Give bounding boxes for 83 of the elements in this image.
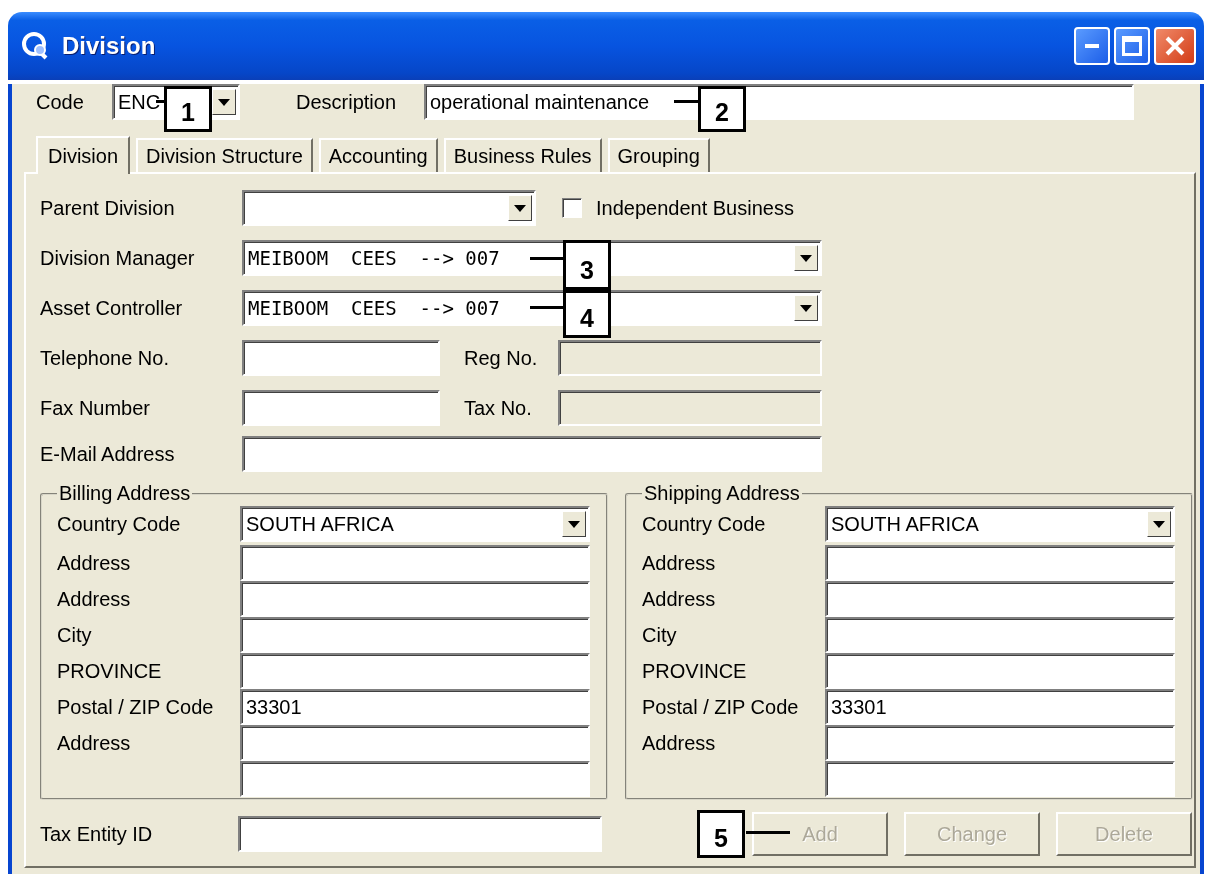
caret-icon [568,520,580,528]
field-label: E-Mail Address [40,442,176,466]
text-field[interactable] [240,761,590,797]
text-field[interactable] [240,581,590,617]
caret-icon [514,204,526,212]
field-label: Country Code [57,512,182,536]
group-title: Shipping Address [643,482,801,505]
field-label: Address [57,551,132,575]
caret-icon [800,304,812,312]
dropdown-button[interactable] [562,511,586,537]
tab[interactable]: Division [36,136,131,174]
maximize-button[interactable] [1114,27,1150,65]
dropdown-button[interactable] [794,295,818,321]
callout-marker: 5 [697,810,745,858]
field-label: Address [642,731,717,755]
field-label: Reg No. [464,346,539,370]
callout-marker: 4 [563,290,611,338]
leader-line [530,257,563,260]
text-field[interactable] [825,545,1175,581]
text-field[interactable] [242,436,822,472]
checkbox-label: Independent Business [596,196,794,220]
text-field[interactable]: 33301 [240,689,590,725]
leader-line [746,831,790,834]
field-label: PROVINCE [642,659,748,683]
tab[interactable]: Division Structure [136,138,313,172]
callout-marker: 2 [698,86,746,132]
dropdown-button[interactable] [508,195,532,221]
field-label: Tax Entity ID [40,822,154,846]
caret-icon [1153,520,1165,528]
dropdown-field[interactable]: SOUTH AFRICA [825,506,1175,542]
leader-line [674,100,698,103]
close-icon [1165,36,1185,56]
dropdown-button[interactable] [794,245,818,271]
text-field[interactable] [825,581,1175,617]
tab[interactable]: Grouping [607,138,710,172]
field-label: Asset Controller [40,296,184,320]
window-title: Division [62,32,157,60]
field-label: City [642,623,678,647]
field-label: Division Manager [40,246,196,270]
field-label: Postal / ZIP Code [57,695,215,719]
checkbox[interactable] [562,198,582,218]
field-label: City [57,623,93,647]
callout-marker: 3 [563,240,611,290]
field-label: Tax No. [464,396,533,420]
text-field[interactable] [240,545,590,581]
dropdown-button[interactable] [212,89,236,115]
text-field[interactable] [242,340,440,376]
dropdown-button[interactable] [1147,511,1171,537]
text-field[interactable] [240,653,590,689]
field-label: Parent Division [40,196,176,220]
field-label: Postal / ZIP Code [642,695,800,719]
callout-marker: 1 [164,86,212,132]
field-label: Telephone No. [40,346,170,370]
text-field[interactable] [825,653,1175,689]
field-label: Address [57,587,132,611]
field-label: PROVINCE [57,659,163,683]
field-label: Fax Number [40,396,152,420]
minimize-icon [1085,44,1099,48]
field-label: Country Code [642,512,767,536]
dropdown-field[interactable] [242,190,536,226]
text-field[interactable] [825,617,1175,653]
group-title: Billing Address [58,482,192,505]
tab[interactable]: Accounting [318,138,438,172]
text-field[interactable] [240,725,590,761]
text-field[interactable] [238,816,602,852]
text-field[interactable] [825,761,1175,797]
field-label: Address [642,551,717,575]
tab[interactable]: Business Rules [443,138,602,172]
caret-icon [218,98,230,106]
text-field[interactable] [825,725,1175,761]
leader-line [530,306,563,309]
text-field[interactable] [240,617,590,653]
text-field[interactable]: 33301 [825,689,1175,725]
maximize-icon [1122,36,1142,56]
caret-icon [800,254,812,262]
text-field[interactable] [242,390,440,426]
minimize-button[interactable] [1074,27,1110,65]
field-label: Address [57,731,132,755]
dropdown-field[interactable]: SOUTH AFRICA [240,506,590,542]
close-button[interactable] [1154,27,1196,65]
field-label: Code [36,90,85,114]
field-label: Address [642,587,717,611]
field-label: Description [296,90,398,114]
